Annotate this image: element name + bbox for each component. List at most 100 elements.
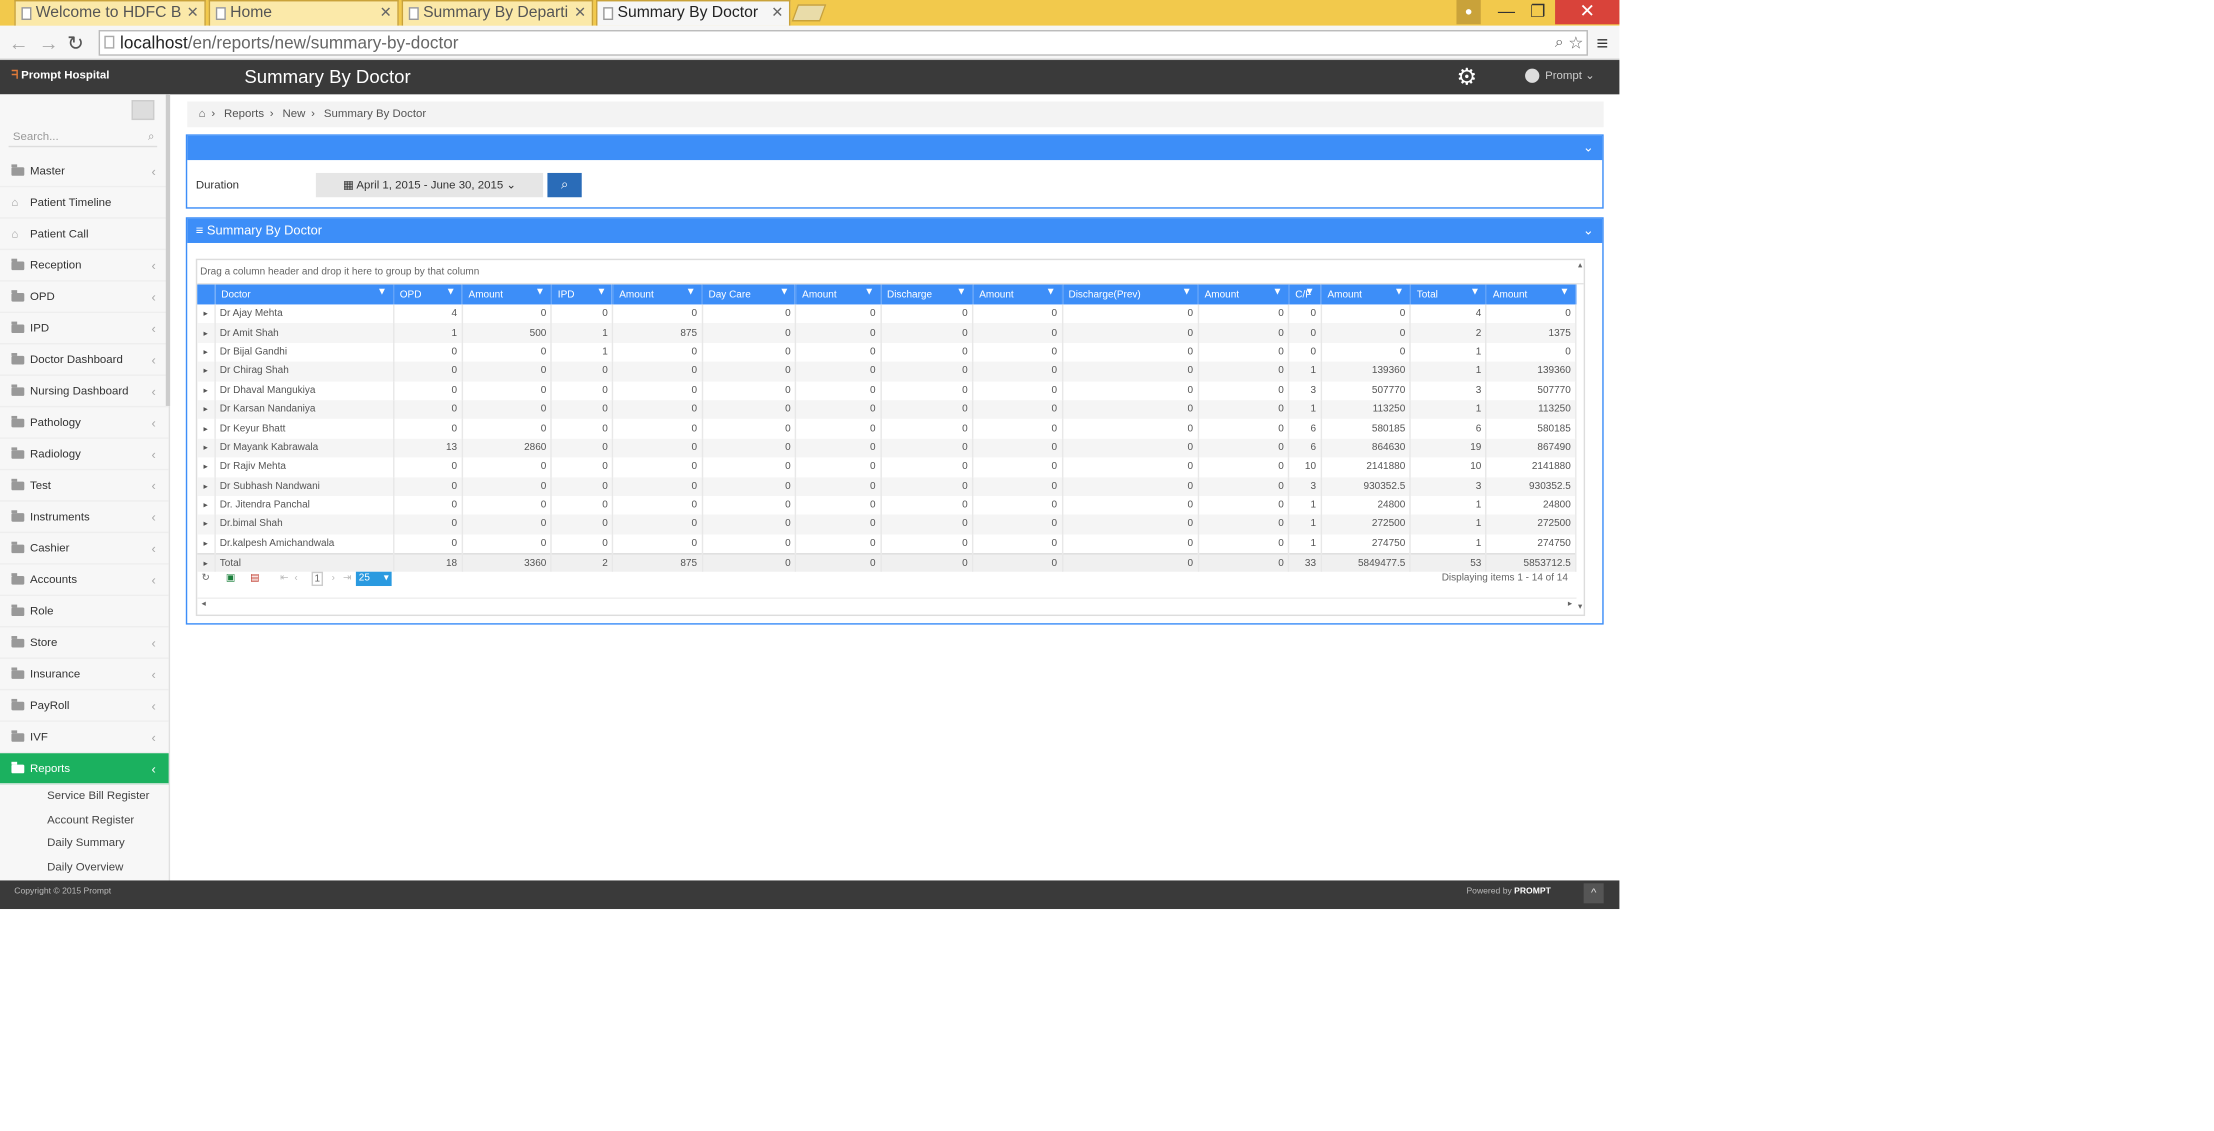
minimize-icon[interactable]: — [1492, 0, 1521, 24]
back-icon[interactable]: ← [9, 31, 29, 54]
filter-icon[interactable]: ▼ [779, 287, 789, 297]
filter-icon[interactable]: ▼ [1470, 287, 1480, 297]
sidebar-item-patient-call[interactable]: ⌂ Patient Call [0, 219, 169, 251]
sidebar-item-opd[interactable]: OPD ‹ [0, 282, 169, 314]
column-header[interactable]: IPD ▼ [551, 284, 614, 305]
column-header[interactable]: Doctor ▼ [214, 284, 395, 305]
filter-icon[interactable]: ▼ [864, 287, 874, 297]
reload-icon[interactable]: ↻ [67, 31, 84, 55]
expand-row-icon[interactable]: ▸ [197, 380, 216, 401]
date-range-picker[interactable]: ▦ April 1, 2015 - June 30, 2015 ⌄ [315, 172, 544, 198]
expand-row-icon[interactable]: ▸ [197, 419, 216, 439]
vertical-scrollbar[interactable]: ▴ ▾ [1578, 260, 1587, 612]
column-header[interactable]: Amount ▼ [612, 284, 703, 305]
expand-row-icon[interactable]: ▸ [197, 304, 216, 324]
sidebar-item-instruments[interactable]: Instruments ‹ [0, 502, 169, 534]
page-number[interactable]: 1 [311, 571, 324, 587]
filter-icon[interactable]: ▼ [1273, 287, 1283, 297]
new-tab-button[interactable] [791, 4, 827, 22]
expand-row-icon[interactable]: ▸ [197, 495, 216, 515]
profile-icon[interactable]: ● [1456, 0, 1481, 25]
column-header[interactable]: Amount ▼ [1321, 284, 1412, 305]
expand-row-icon[interactable]: ▸ [197, 342, 216, 362]
home-icon[interactable]: ⌂ [199, 107, 206, 120]
expand-row-icon[interactable]: ▸ [197, 457, 216, 477]
sidebar-item-doctor-dashboard[interactable]: Doctor Dashboard ‹ [0, 344, 169, 376]
column-header[interactable]: Amount ▼ [972, 284, 1063, 305]
breadcrumb-new[interactable]: New [283, 107, 306, 120]
filter-icon[interactable]: ▼ [1182, 287, 1192, 297]
expand-row-icon[interactable]: ▸ [197, 361, 216, 381]
group-drop-area[interactable]: Drag a column header and drop it here to… [197, 260, 1584, 285]
filter-icon[interactable]: ▼ [377, 287, 387, 297]
url-input[interactable]: localhost/en/reports/new/summary-by-doct… [98, 30, 1588, 56]
column-header[interactable]: C/F ▼ [1288, 284, 1322, 305]
browser-tab-1[interactable]: Welcome to HDFC B ✕ [14, 0, 206, 26]
logo[interactable]: ᖷ Prompt Hospital [11, 69, 109, 83]
column-header[interactable]: Day Care ▼ [702, 284, 797, 305]
pdf-export-icon[interactable]: ▤ [250, 569, 259, 589]
sidebar-subitem-service-bill-register[interactable]: Service Bill Register [0, 785, 169, 809]
column-header[interactable]: Discharge ▼ [880, 284, 974, 305]
column-header[interactable]: Amount ▼ [795, 284, 882, 305]
horizontal-scrollbar[interactable]: ◂ ▸ [197, 597, 1577, 611]
filter-icon[interactable]: ▼ [596, 287, 606, 297]
filter-icon[interactable]: ▼ [1559, 287, 1569, 297]
sidebar-subitem-account-register[interactable]: Account Register [0, 808, 169, 832]
sidebar-item-master[interactable]: Master ‹ [0, 156, 169, 188]
expand-row-icon[interactable]: ▸ [197, 476, 216, 496]
filter-icon[interactable]: ▼ [956, 287, 966, 297]
first-page-icon[interactable]: ⇤ [280, 569, 288, 589]
sidebar-item-patient-timeline[interactable]: ⌂ Patient Timeline [0, 187, 169, 219]
scroll-down-icon[interactable]: ▾ [1578, 602, 1582, 612]
sidebar-item-pathology[interactable]: Pathology ‹ [0, 407, 169, 439]
sidebar-item-ivf[interactable]: IVF ‹ [0, 722, 169, 754]
close-icon[interactable]: ✕ [771, 1, 783, 25]
star-icon[interactable]: ☆ [1568, 31, 1583, 54]
close-icon[interactable]: ✕ [187, 1, 199, 25]
refresh-icon[interactable]: ↻ [202, 569, 210, 589]
sidebar-item-payroll[interactable]: PayRoll ‹ [0, 690, 169, 722]
filter-icon[interactable]: ▼ [1394, 287, 1404, 297]
search-icon[interactable]: ⌕ [1555, 31, 1564, 54]
sidebar-item-reports[interactable]: Reports ‹ [0, 753, 169, 785]
sidebar-item-nursing-dashboard[interactable]: Nursing Dashboard ‹ [0, 376, 169, 408]
forward-icon[interactable]: → [39, 31, 59, 54]
expand-row-icon[interactable]: ▸ [197, 438, 216, 458]
user-menu[interactable]: Prompt ⌄ [1525, 68, 1595, 83]
search-button[interactable]: ⌕ [547, 172, 582, 198]
column-header[interactable]: Total ▼ [1410, 284, 1488, 305]
chevron-down-icon[interactable]: ⌄ [1583, 136, 1594, 160]
gear-icon[interactable]: ⚙ [1456, 63, 1477, 92]
sidebar-item-cashier[interactable]: Cashier ‹ [0, 533, 169, 565]
close-icon[interactable]: ✕ [380, 1, 392, 25]
menu-icon[interactable]: ≡ [1597, 31, 1609, 54]
breadcrumb-reports[interactable]: Reports [224, 107, 264, 120]
filter-icon[interactable]: ▼ [1046, 287, 1056, 297]
browser-tab-4[interactable]: Summary By Doctor ✕ [596, 0, 791, 26]
sidebar-scrollbar[interactable] [165, 94, 171, 406]
sidebar-item-insurance[interactable]: Insurance ‹ [0, 659, 169, 691]
prev-page-icon[interactable]: ‹ [294, 569, 297, 589]
sidebar-item-test[interactable]: Test ‹ [0, 470, 169, 502]
filter-icon[interactable]: ▼ [446, 287, 456, 297]
scroll-up-icon[interactable]: ▴ [1578, 260, 1582, 271]
sidebar-item-store[interactable]: Store ‹ [0, 627, 169, 659]
column-header[interactable]: Amount ▼ [1486, 284, 1577, 305]
expand-row-icon[interactable]: ▸ [197, 514, 216, 535]
filter-icon[interactable]: ▼ [535, 287, 545, 297]
sidebar-item-role[interactable]: Role [0, 596, 169, 628]
column-header[interactable]: Discharge(Prev) ▼ [1062, 284, 1199, 305]
column-header[interactable]: OPD ▼ [393, 284, 463, 305]
close-icon[interactable]: ✕ [574, 1, 586, 25]
restore-icon[interactable]: ❐ [1524, 0, 1553, 24]
page-size-select[interactable]: 25 ▾ [355, 571, 392, 587]
window-close-button[interactable]: ✕ [1555, 0, 1620, 25]
expand-row-icon[interactable]: ▸ [197, 323, 216, 343]
scroll-left-icon[interactable]: ◂ [202, 599, 206, 609]
sidebar-toggle-button[interactable] [131, 100, 155, 121]
sidebar-item-reception[interactable]: Reception ‹ [0, 250, 169, 282]
sidebar-search-input[interactable]: Search... ⌕ [8, 130, 158, 148]
expand-row-icon[interactable]: ▸ [197, 400, 216, 420]
filter-icon[interactable]: ▼ [686, 287, 696, 297]
